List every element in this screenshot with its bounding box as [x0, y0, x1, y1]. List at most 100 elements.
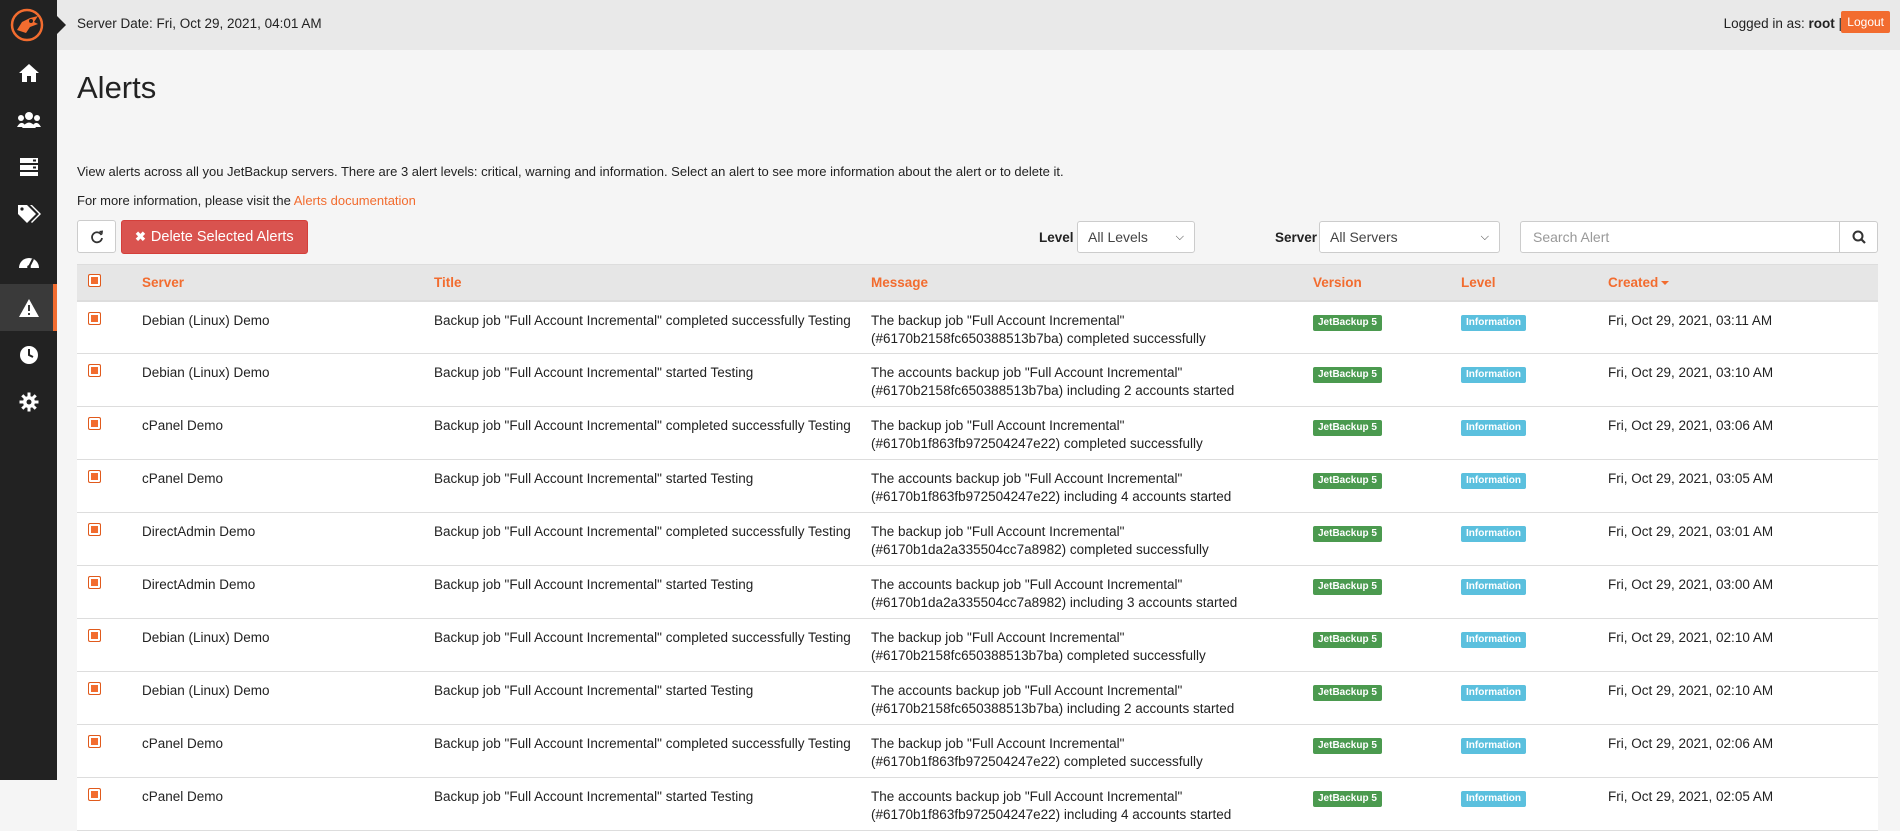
server-cell: Debian (Linux) Demo — [142, 312, 270, 328]
alerts-documentation-link[interactable]: Alerts documentation — [294, 193, 416, 208]
chevron-down-icon: ⌵ — [1175, 230, 1184, 243]
server-filter-label: Server — [1275, 230, 1318, 245]
level-badge: Information — [1461, 314, 1526, 331]
title-cell: Backup job "Full Account Incremental" co… — [434, 524, 851, 539]
message-line-1: The backup job "Full Account Incremental… — [871, 418, 1125, 433]
refresh-button[interactable] — [77, 220, 116, 253]
level-cell: Information — [1461, 778, 1608, 831]
search-button[interactable] — [1839, 221, 1878, 253]
sidebar-item-accounts[interactable] — [0, 96, 57, 143]
version-cell: JetBackup 5 — [1313, 301, 1461, 354]
created-cell: Fri, Oct 29, 2021, 02:06 AM — [1608, 736, 1774, 751]
level-badge: Information — [1461, 526, 1526, 542]
message-line-2: (#6170b1f863fb972504247e22) completed su… — [871, 754, 1203, 769]
home-icon — [18, 63, 39, 82]
row-checkbox[interactable] — [88, 682, 101, 695]
level-cell: Information — [1461, 407, 1608, 460]
message-line-2: (#6170b1da2a335504cc7a8982) completed su… — [871, 542, 1209, 557]
created-cell: Fri, Oct 29, 2021, 03:10 AM — [1608, 365, 1774, 380]
message-cell: The accounts backup job "Full Account In… — [871, 460, 1313, 513]
table-row[interactable]: DirectAdmin Demo Backup job "Full Account… — [77, 512, 1878, 566]
row-select-cell — [77, 301, 142, 354]
server-cell: Debian (Linux) Demo — [142, 365, 270, 380]
search-input[interactable]: Search Alert — [1520, 221, 1840, 253]
delete-selected-alerts-button[interactable]: ✖ Delete Selected Alerts — [121, 220, 308, 254]
server-cell: cPanel Demo — [142, 789, 224, 804]
row-checkbox[interactable] — [88, 417, 101, 430]
row-checkbox[interactable] — [88, 523, 101, 536]
created-cell: Fri, Oct 29, 2021, 02:05 AM — [1608, 789, 1774, 804]
table-row[interactable]: Debian (Linux) Demo Backup job "Full Acco… — [77, 353, 1878, 407]
gear-icon — [19, 392, 38, 411]
jetbackup-logo[interactable] — [0, 0, 57, 50]
message-line-2: (#6170b2158fc650388513b7ba) completed su… — [871, 648, 1206, 663]
more-info: For more information, please visit the A… — [77, 193, 416, 208]
close-icon: ✖ — [135, 229, 146, 244]
message-cell: The backup job "Full Account Incremental… — [871, 513, 1313, 566]
server-select[interactable]: All Servers ⌵ — [1319, 221, 1500, 253]
table-row[interactable]: cPanel Demo Backup job "Full Account Incr… — [77, 724, 1878, 778]
row-checkbox[interactable] — [88, 576, 101, 589]
row-checkbox[interactable] — [88, 629, 101, 642]
title-cell: Backup job "Full Account Incremental" st… — [434, 683, 754, 698]
server-select-value: All Servers — [1330, 229, 1398, 245]
column-header-server[interactable]: Server — [142, 264, 434, 302]
refresh-icon — [90, 230, 103, 243]
level-badge: Information — [1461, 791, 1526, 807]
row-checkbox[interactable] — [88, 311, 101, 325]
level-cell: Information — [1461, 513, 1608, 566]
level-select[interactable]: All Levels ⌵ — [1077, 221, 1195, 253]
row-checkbox[interactable] — [88, 364, 101, 377]
delete-selected-alerts-label: Delete Selected Alerts — [150, 229, 294, 245]
sidebar-item-tags[interactable] — [0, 190, 57, 237]
version-badge: JetBackup 5 — [1313, 526, 1382, 542]
column-header-message[interactable]: Message — [871, 264, 1313, 302]
message-cell: The accounts backup job "Full Account In… — [871, 778, 1313, 831]
level-badge: Information — [1461, 632, 1526, 648]
row-select-cell — [77, 354, 142, 407]
select-all-checkbox[interactable] — [88, 274, 101, 288]
table-row[interactable]: cPanel Demo Backup job "Full Account Incr… — [77, 406, 1878, 460]
table-row[interactable]: Debian (Linux) Demo Backup job "Full Acco… — [77, 671, 1878, 725]
message-line-2: (#6170b1da2a335504cc7a8982) including 3 … — [871, 595, 1238, 610]
sidebar-item-servers[interactable] — [0, 143, 57, 190]
message-line-1: The backup job "Full Account Incremental… — [871, 736, 1125, 751]
message-cell: The backup job "Full Account Incremental… — [871, 725, 1313, 778]
version-badge: JetBackup 5 — [1313, 367, 1382, 383]
column-header-created[interactable]: Created — [1608, 264, 1878, 302]
title-cell: Backup job "Full Account Incremental" st… — [434, 365, 754, 380]
sidebar-item-home[interactable] — [0, 49, 57, 96]
created-cell: Fri, Oct 29, 2021, 03:11 AM — [1608, 312, 1773, 328]
row-select-cell — [77, 619, 142, 672]
server-cell: DirectAdmin Demo — [142, 577, 256, 592]
sidebar-item-alerts[interactable] — [0, 284, 57, 331]
message-cell: The accounts backup job "Full Account In… — [871, 354, 1313, 407]
sidebar-item-settings[interactable] — [0, 378, 57, 425]
row-checkbox[interactable] — [88, 470, 101, 483]
table-row[interactable]: DirectAdmin Demo Backup job "Full Account… — [77, 565, 1878, 619]
version-cell: JetBackup 5 — [1313, 407, 1461, 460]
message-line-2: (#6170b1f863fb972504247e22) including 4 … — [871, 807, 1232, 822]
row-checkbox[interactable] — [88, 788, 101, 801]
message-line-1: The accounts backup job "Full Account In… — [871, 471, 1183, 486]
logout-button[interactable]: Logout — [1841, 11, 1890, 33]
table-row[interactable]: cPanel Demo Backup job "Full Account Incr… — [77, 777, 1878, 831]
sidebar-item-schedules[interactable] — [0, 331, 57, 378]
table-row[interactable]: cPanel Demo Backup job "Full Account Incr… — [77, 459, 1878, 513]
table-row[interactable]: Debian (Linux) Demo Backup job "Full Acco… — [77, 618, 1878, 672]
column-header-level[interactable]: Level — [1461, 264, 1608, 302]
row-select-cell — [77, 460, 142, 513]
version-badge: JetBackup 5 — [1313, 314, 1382, 331]
title-cell: Backup job "Full Account Incremental" st… — [434, 471, 754, 486]
sidebar-item-dashboard[interactable] — [0, 237, 57, 284]
level-cell: Information — [1461, 725, 1608, 778]
column-header-version[interactable]: Version — [1313, 264, 1461, 302]
column-header-title[interactable]: Title — [434, 264, 871, 302]
level-cell: Information — [1461, 354, 1608, 407]
row-checkbox[interactable] — [88, 735, 101, 748]
version-badge: JetBackup 5 — [1313, 579, 1382, 595]
row-select-cell — [77, 513, 142, 566]
table-row[interactable]: Debian (Linux) Demo Backup job "Full Acco… — [77, 300, 1878, 354]
version-badge: JetBackup 5 — [1313, 791, 1382, 807]
message-line-1: The backup job "Full Account Incremental… — [871, 312, 1125, 328]
